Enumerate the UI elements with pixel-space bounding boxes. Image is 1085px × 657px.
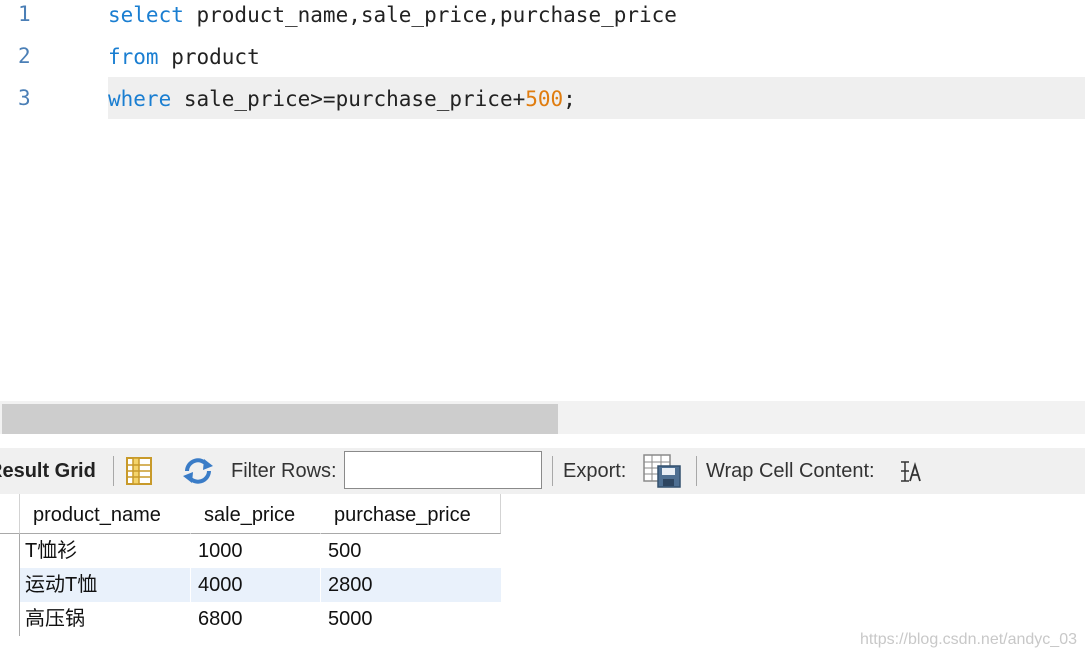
- result-toolbar: Result Grid Filter Rows: Export: Wrap Ce…: [0, 448, 1085, 494]
- sql-number: 500: [525, 87, 564, 111]
- filter-rows-label: Filter Rows:: [231, 460, 337, 482]
- table-cell[interactable]: 1000: [191, 534, 321, 568]
- sql-keyword: select: [108, 3, 184, 27]
- table-cell[interactable]: T恤衫: [20, 534, 191, 568]
- row-selector-header[interactable]: [0, 494, 20, 534]
- sql-editor[interactable]: 1 select product_name,sale_price,purchas…: [0, 0, 1085, 400]
- table-cell[interactable]: 5000: [321, 602, 501, 636]
- column-header[interactable]: product_name: [20, 494, 191, 534]
- line-number: 2: [18, 44, 31, 68]
- line-number: 3: [18, 86, 31, 110]
- sql-text: sale_price>=purchase_price+: [171, 87, 526, 111]
- row-selector[interactable]: [0, 602, 20, 636]
- table-cell[interactable]: 高压锅: [20, 602, 191, 636]
- row-selector[interactable]: [0, 534, 20, 568]
- sql-text: product: [158, 45, 260, 69]
- result-grid-tab[interactable]: Result Grid: [0, 448, 96, 494]
- filter-rows-input[interactable]: [344, 451, 542, 489]
- table-cell[interactable]: 运动T恤: [20, 568, 191, 602]
- export-icon[interactable]: [643, 454, 681, 488]
- sql-text: product_name,sale_price,purchase_price: [183, 3, 677, 27]
- scrollbar-thumb[interactable]: [2, 404, 558, 434]
- horizontal-scrollbar[interactable]: [0, 401, 1085, 434]
- table-cell[interactable]: 6800: [191, 602, 321, 636]
- code-text[interactable]: where sale_price>=purchase_price+500;: [108, 77, 1085, 119]
- wrap-text-icon[interactable]: [900, 460, 924, 484]
- line-number: 1: [18, 2, 31, 26]
- table-cell[interactable]: 2800: [321, 568, 501, 602]
- sql-text: ;: [563, 87, 576, 111]
- watermark: https://blog.csdn.net/andyc_03: [859, 631, 1077, 648]
- wrap-cell-content-label: Wrap Cell Content:: [706, 460, 875, 482]
- export-label: Export:: [563, 460, 627, 482]
- grid-view-icon[interactable]: [126, 457, 152, 485]
- code-line-1[interactable]: 1 select product_name,sale_price,purchas…: [0, 0, 1085, 42]
- toolbar-divider: [696, 456, 697, 486]
- refresh-icon[interactable]: [181, 457, 215, 485]
- column-header[interactable]: sale_price: [191, 494, 321, 534]
- row-selector[interactable]: [0, 568, 20, 602]
- code-line-3[interactable]: 3 where sale_price>=purchase_price+500;: [0, 77, 1085, 119]
- toolbar-divider: [113, 456, 114, 486]
- sql-keyword: from: [108, 45, 159, 69]
- sql-keyword: where: [108, 87, 172, 111]
- table-cell[interactable]: 500: [321, 534, 501, 568]
- toolbar-divider: [552, 456, 553, 486]
- column-header[interactable]: purchase_price: [321, 494, 501, 534]
- code-text[interactable]: select product_name,sale_price,purchase_…: [108, 0, 677, 42]
- table-cell[interactable]: 4000: [191, 568, 321, 602]
